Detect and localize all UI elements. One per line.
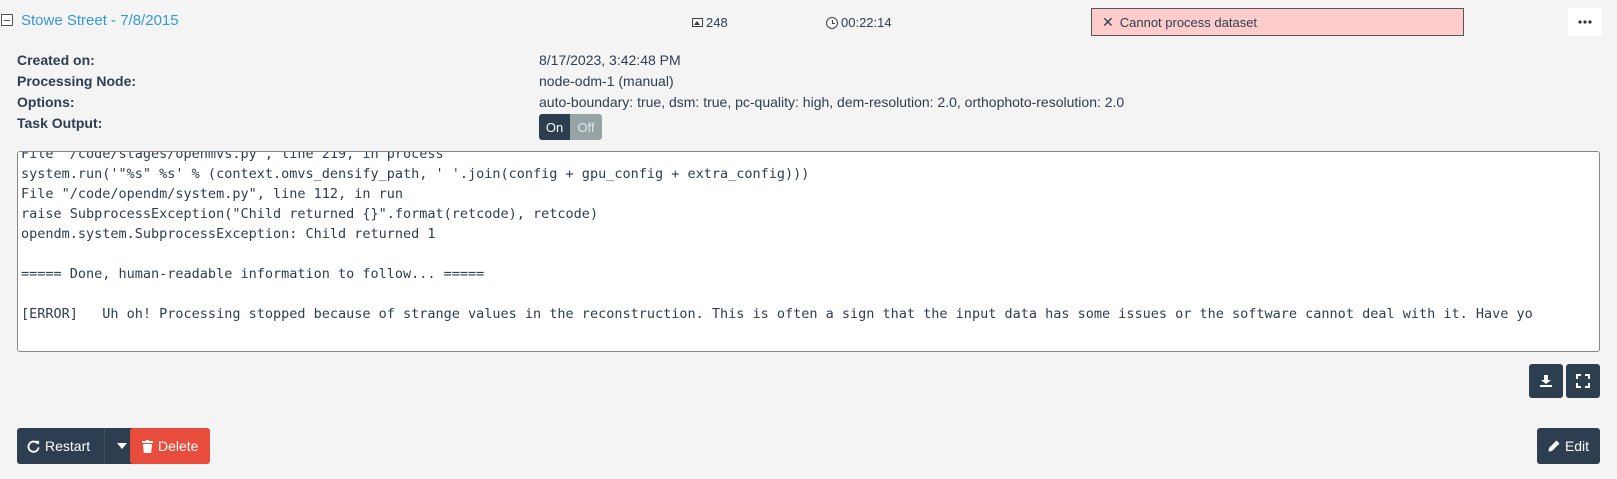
output-label: Task Output: bbox=[17, 115, 103, 131]
console-line: system.run('"%s" %s' % (context.omvs_den… bbox=[21, 166, 810, 182]
node-row: Processing Node: node-odm-1 (manual) bbox=[17, 71, 1597, 92]
restart-label: Restart bbox=[45, 438, 91, 454]
edit-label: Edit bbox=[1564, 438, 1590, 454]
options-value: auto-boundary: true, dsm: true, pc-quali… bbox=[539, 94, 1125, 110]
console-line: File "/code/opendm/system.py", line 112,… bbox=[21, 186, 404, 202]
task-header: Stowe Street - 7/8/2015 248 00:22:14 ✕ C… bbox=[0, 6, 1617, 38]
output-row: Task Output: On Off bbox=[17, 113, 1597, 140]
elapsed-time: 00:22:14 bbox=[826, 15, 892, 30]
more-options-button[interactable] bbox=[1568, 8, 1602, 36]
expand-icon bbox=[1576, 374, 1590, 388]
download-icon bbox=[1540, 375, 1552, 387]
options-row: Options: auto-boundary: true, dsm: true,… bbox=[17, 92, 1597, 113]
console-line: raise SubprocessException("Child returne… bbox=[21, 206, 599, 222]
status-badge: ✕ Cannot process dataset bbox=[1091, 8, 1464, 36]
console-text: File "/code/stages/openmvs.py", line 219… bbox=[21, 151, 1533, 324]
toggle-on[interactable]: On bbox=[539, 114, 570, 140]
node-value: node-odm-1 (manual) bbox=[539, 73, 674, 89]
pencil-icon bbox=[1548, 440, 1560, 452]
delete-button[interactable]: Delete bbox=[130, 428, 211, 464]
created-label: Created on: bbox=[17, 52, 95, 68]
output-toggle[interactable]: On Off bbox=[539, 114, 602, 140]
image-count: 248 bbox=[692, 15, 728, 30]
console-line: File "/code/stages/openmvs.py", line 219… bbox=[21, 151, 444, 162]
task-panel: Stowe Street - 7/8/2015 248 00:22:14 ✕ C… bbox=[0, 0, 1617, 479]
caret-down-icon bbox=[116, 443, 127, 449]
console-line: opendm.system.SubprocessException: Child… bbox=[21, 226, 436, 242]
status-message: Cannot process dataset bbox=[1119, 14, 1258, 30]
restart-button[interactable]: Restart bbox=[17, 428, 105, 464]
created-row: Created on: 8/17/2023, 3:42:48 PM bbox=[17, 50, 1597, 71]
clock-icon bbox=[826, 16, 838, 29]
refresh-icon bbox=[27, 440, 40, 453]
ellipsis-icon bbox=[1578, 20, 1592, 24]
image-count-value: 248 bbox=[706, 15, 728, 30]
options-label: Options: bbox=[17, 94, 75, 110]
task-title[interactable]: Stowe Street - 7/8/2015 bbox=[21, 12, 179, 29]
restart-group: Restart bbox=[17, 428, 139, 464]
fullscreen-button[interactable] bbox=[1566, 364, 1600, 398]
task-output-console[interactable]: File "/code/stages/openmvs.py", line 219… bbox=[17, 151, 1600, 352]
toggle-off[interactable]: Off bbox=[570, 114, 602, 140]
edit-button[interactable]: Edit bbox=[1537, 428, 1600, 464]
delete-label: Delete bbox=[158, 438, 199, 454]
collapse-icon[interactable] bbox=[1, 14, 13, 26]
close-icon: ✕ bbox=[1102, 13, 1114, 30]
node-label: Processing Node: bbox=[17, 73, 137, 89]
console-line: [ERROR] Uh oh! Processing stopped becaus… bbox=[21, 306, 1533, 322]
trash-icon bbox=[142, 439, 153, 453]
image-icon bbox=[692, 18, 703, 27]
elapsed-time-value: 00:22:14 bbox=[841, 15, 892, 30]
task-properties: Created on: 8/17/2023, 3:42:48 PM Proces… bbox=[17, 50, 1597, 140]
download-output-button[interactable] bbox=[1529, 364, 1563, 398]
console-line: ===== Done, human-readable information t… bbox=[21, 266, 485, 282]
created-value: 8/17/2023, 3:42:48 PM bbox=[539, 52, 681, 68]
